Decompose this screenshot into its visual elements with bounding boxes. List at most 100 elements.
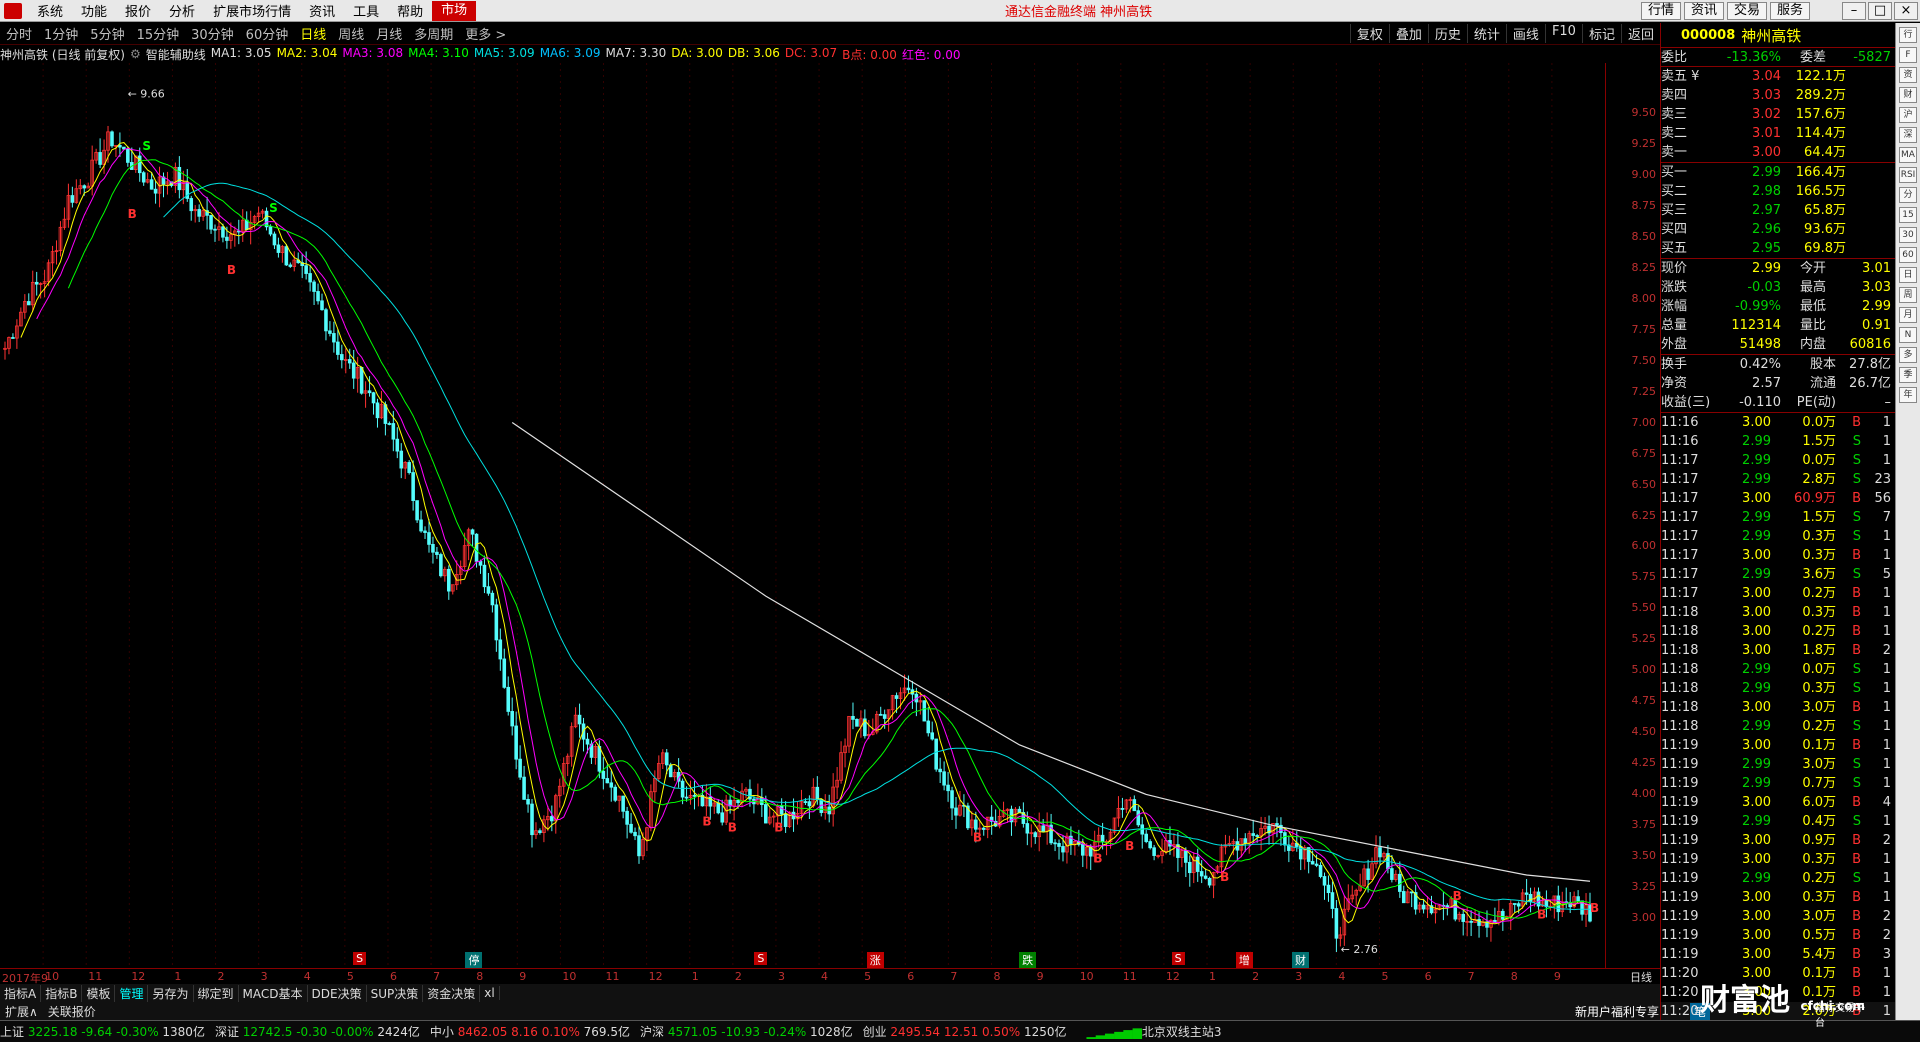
- side-tool-icon[interactable]: 30: [1899, 227, 1917, 243]
- index-item[interactable]: 上证 3225.18 -9.64 -0.30% 1380亿: [0, 1023, 205, 1040]
- candle-body: [974, 819, 978, 830]
- menu-item-3[interactable]: 分析: [160, 1, 204, 21]
- period-tab-5[interactable]: 60分钟: [240, 24, 295, 43]
- menu-item-0[interactable]: 系统: [28, 1, 72, 21]
- indicator-tab-0[interactable]: 指标A: [0, 984, 42, 1002]
- ask-row: 卖二 3.01 114.4万: [1661, 124, 1895, 143]
- fund-row-cell-2: 股本: [1809, 357, 1836, 372]
- tool-button-4[interactable]: 画线: [1505, 24, 1545, 43]
- side-tool-icon[interactable]: 行: [1899, 27, 1917, 43]
- index-item[interactable]: 创业 2495.54 12.51 0.50% 1250亿: [863, 1023, 1067, 1040]
- gear-icon[interactable]: ⚙: [130, 47, 141, 61]
- promo-link[interactable]: 新用户福利专享: [1570, 1003, 1664, 1020]
- maximize-button[interactable]: □: [1868, 1, 1892, 20]
- menu-item-1[interactable]: 功能: [72, 1, 116, 21]
- menu-item-7[interactable]: 帮助: [388, 1, 432, 21]
- date-tick: 9: [1036, 970, 1044, 983]
- index-item[interactable]: 中小 8462.05 8.16 0.10% 769.5亿: [430, 1023, 630, 1040]
- side-tool-icon[interactable]: 月: [1899, 307, 1917, 323]
- candle-body: [1576, 896, 1580, 902]
- fund-row-cell-1: 2.57: [1752, 376, 1781, 391]
- side-tool-icon[interactable]: 多: [1899, 347, 1917, 363]
- indicator-tab-6[interactable]: MACD基本: [239, 984, 308, 1002]
- related-quote-tab[interactable]: 关联报价: [43, 1003, 101, 1020]
- side-tool-icon[interactable]: 周: [1899, 287, 1917, 303]
- ask-row-cell-0: 卖三: [1661, 107, 1688, 122]
- price-tick: 9.25: [1631, 136, 1657, 150]
- indicator-tab-3[interactable]: 管理: [115, 984, 149, 1002]
- period-tab-4[interactable]: 30分钟: [185, 24, 240, 43]
- index-pct: 0.10%: [541, 1025, 584, 1039]
- bid-row: 买二 2.98 166.5万: [1661, 182, 1895, 201]
- top-tab-0[interactable]: 行情: [1640, 1, 1681, 20]
- indicator-tab-5[interactable]: 绑定到: [194, 984, 239, 1002]
- indicator-tab-9[interactable]: 资金决策: [423, 984, 481, 1002]
- period-tab-2[interactable]: 5分钟: [84, 24, 130, 43]
- quote-row: 涨幅 -0.99% 最低 2.99: [1661, 297, 1895, 316]
- tool-button-7[interactable]: 返回: [1620, 24, 1660, 43]
- top-tab-3[interactable]: 服务: [1769, 1, 1810, 20]
- indicator-value-4: MA5: 3.09: [473, 45, 535, 60]
- side-tool-icon[interactable]: 60: [1899, 247, 1917, 263]
- indicator-tab-10[interactable]: xl: [480, 986, 500, 1000]
- tool-button-2[interactable]: 历史: [1427, 24, 1467, 43]
- side-tool-icon[interactable]: 年: [1899, 387, 1917, 403]
- indicator-tab-1[interactable]: 指标B: [41, 984, 83, 1002]
- side-tool-icon[interactable]: F: [1899, 47, 1917, 63]
- candle-body: [783, 813, 788, 827]
- tool-button-6[interactable]: 标记: [1581, 24, 1621, 43]
- side-tool-icon[interactable]: MA: [1899, 147, 1917, 163]
- period-tab-10[interactable]: 更多 >: [459, 24, 512, 43]
- side-tool-icon[interactable]: RSI: [1899, 167, 1917, 183]
- tick-row-cell-3: B: [1852, 928, 1861, 943]
- bid-row-cell-0: 买三: [1661, 203, 1688, 218]
- tick-row-cell-3: B: [1852, 947, 1861, 962]
- expand-toggle[interactable]: 扩展∧: [0, 1003, 43, 1020]
- indicator-tab-4[interactable]: 另存为: [148, 984, 194, 1002]
- candle-body: [316, 291, 320, 302]
- assist-line-label[interactable]: 智能辅助线: [146, 46, 206, 63]
- tool-button-5[interactable]: F10: [1544, 24, 1582, 43]
- side-tool-icon[interactable]: 资: [1899, 67, 1917, 83]
- period-tab-0[interactable]: 分时: [0, 24, 38, 43]
- menu-item-6[interactable]: 工具: [344, 1, 388, 21]
- index-item[interactable]: 沪深 4571.05 -10.93 -0.24% 1028亿: [640, 1023, 853, 1040]
- tool-button-3[interactable]: 统计: [1466, 24, 1506, 43]
- tick-row-cell-3: B: [1852, 605, 1861, 620]
- period-tab-3[interactable]: 15分钟: [131, 24, 186, 43]
- indicator-tab-2[interactable]: 模板: [82, 984, 116, 1002]
- candle-body: [399, 450, 404, 469]
- index-item[interactable]: 深证 12742.5 -0.30 -0.00% 2424亿: [215, 1023, 420, 1040]
- period-tab-8[interactable]: 月线: [370, 24, 408, 43]
- side-tool-icon[interactable]: N: [1899, 327, 1917, 343]
- candle-body: [308, 273, 312, 283]
- period-tab-1[interactable]: 1分钟: [38, 24, 84, 43]
- close-button[interactable]: ×: [1894, 1, 1918, 20]
- tool-button-1[interactable]: 叠加: [1388, 24, 1428, 43]
- top-tab-2[interactable]: 交易: [1726, 1, 1767, 20]
- minimize-button[interactable]: –: [1842, 1, 1866, 20]
- top-tab-1[interactable]: 资讯: [1683, 1, 1724, 20]
- side-tool-icon[interactable]: 财: [1899, 87, 1917, 103]
- menu-item-2[interactable]: 报价: [116, 1, 160, 21]
- indicator-value-1: MA2: 3.04: [276, 45, 338, 60]
- candle-body: [470, 529, 475, 535]
- side-tool-icon[interactable]: 深: [1899, 127, 1917, 143]
- side-tool-icon[interactable]: 季: [1899, 367, 1917, 383]
- side-tool-icon[interactable]: 15: [1899, 207, 1917, 223]
- indicator-tab-7[interactable]: DDE决策: [308, 984, 367, 1002]
- period-tab-6[interactable]: 日线: [294, 24, 332, 43]
- menu-item-8[interactable]: 市场: [432, 0, 477, 21]
- tool-button-0[interactable]: 复权: [1349, 24, 1389, 43]
- period-tab-7[interactable]: 周线: [332, 24, 370, 43]
- menu-item-5[interactable]: 资讯: [300, 1, 344, 21]
- indicator-tab-8[interactable]: SUP决策: [367, 984, 424, 1002]
- kline-chart[interactable]: ← 9.66← 2.76SSBBB B BBBBBBB B: [0, 63, 1605, 968]
- side-tool-icon[interactable]: 日: [1899, 267, 1917, 283]
- period-tab-9[interactable]: 多周期: [408, 24, 459, 43]
- menu-item-4[interactable]: 扩展市场行情: [204, 1, 300, 21]
- side-tool-icon[interactable]: 分: [1899, 187, 1917, 203]
- side-tool-icon[interactable]: 沪: [1899, 107, 1917, 123]
- weibi-row-cell-0: 委比: [1661, 50, 1688, 65]
- price-tick: 8.25: [1631, 260, 1657, 274]
